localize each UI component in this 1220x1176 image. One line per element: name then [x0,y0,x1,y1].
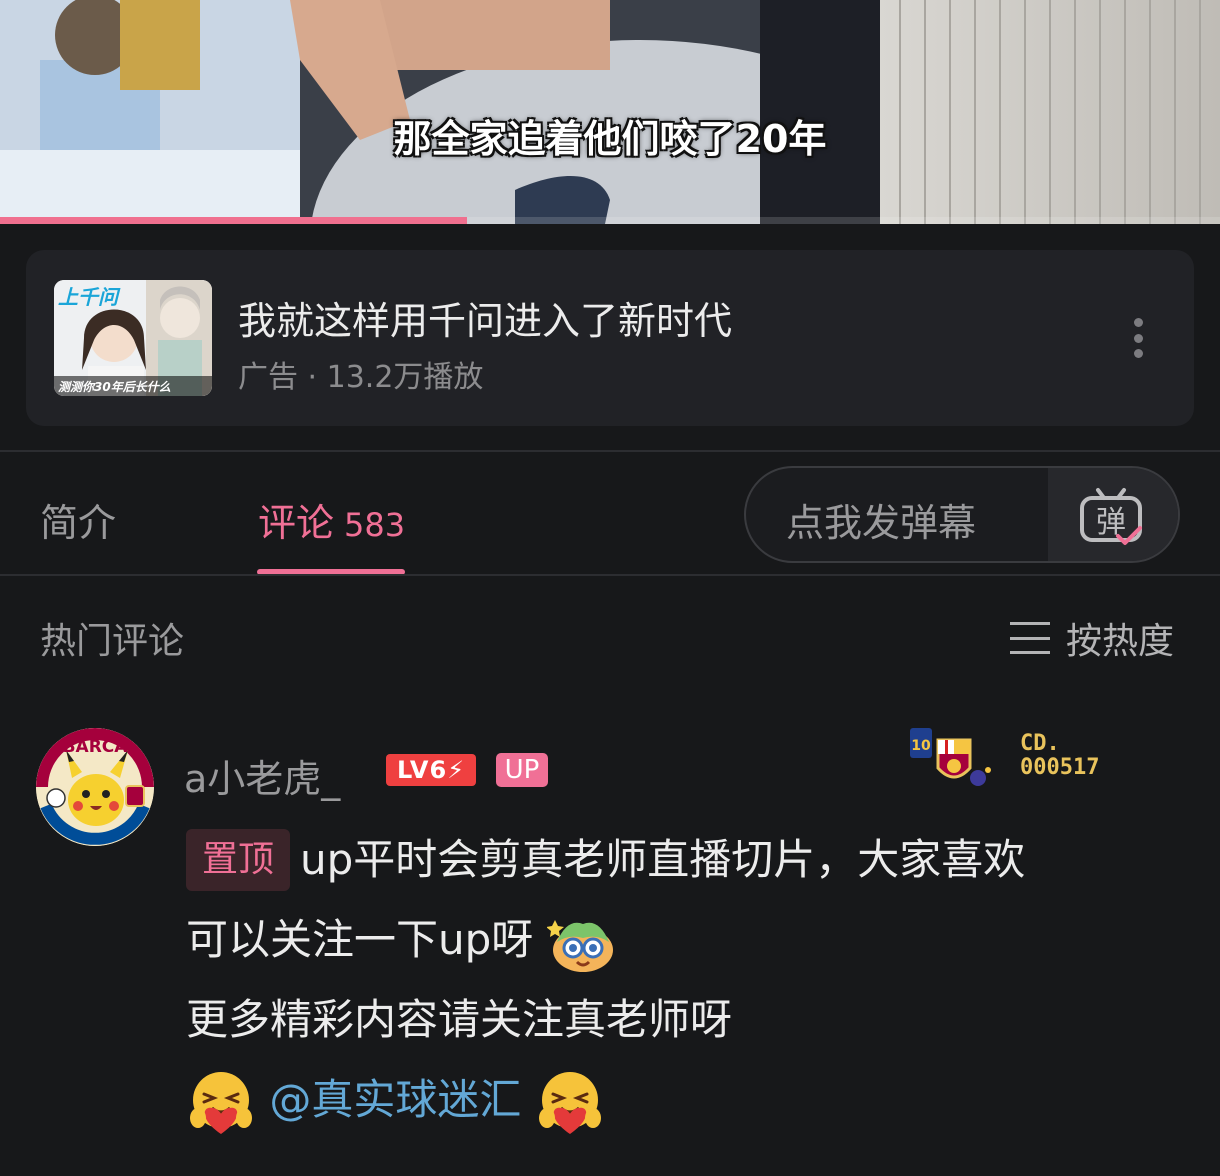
video-progress-fill [0,217,468,224]
fan-badge-number: CD. 000517 [1020,732,1099,780]
comment-line-2: 可以关注一下up呀 [186,900,1186,980]
level-label: LV6 [396,756,448,784]
danmaku-toggle-button[interactable]: 弹 [1048,468,1178,561]
comment-line-3: 更多精彩内容请关注真老师呀 [186,995,733,1044]
comment-body: 置顶 up平时会剪真老师直播切片，大家喜欢 可以关注一下up呀 更多精彩内容请关注… [186,820,1186,1140]
sort-label: 按热度 [1066,621,1175,662]
comment-text-2: 可以关注一下up呀 [186,915,534,964]
avatar[interactable]: BARCA [36,728,154,846]
danmaku-icon: 弹 [1080,488,1142,545]
ad-thumb-title: 上千问 [58,285,121,309]
sort-button[interactable]: 按热度 [1010,612,1174,664]
ad-card[interactable]: 上千问 测测你30年后长什么 我就这样用千问进入了新时代 广告 · 13.2万播… [26,250,1194,426]
tab-intro[interactable]: 简介 [40,492,116,547]
danmaku-bar[interactable]: 点我发弹幕 弹 [744,466,1180,563]
video-progress-bar[interactable] [0,217,1220,224]
avatar-image: BARCA [36,728,154,846]
sort-lines-icon [1010,622,1050,654]
comment-line-1: 置顶 up平时会剪真老师直播切片，大家喜欢 [186,820,1186,900]
up-badge: UP [496,753,548,787]
hug-emoji-icon [190,1071,252,1134]
lightning-icon: ⚡ [447,756,466,784]
ad-thumb-caption: 测测你30年后长什么 [58,380,171,394]
divider [0,450,1220,452]
excited-emoji-icon [546,919,613,972]
level-badge: LV6 ⚡ [386,754,476,786]
video-player[interactable]: 那全家追着他们咬了20年 [0,0,1220,224]
ad-thumbnail: 上千问 测测你30年后长什么 [54,280,212,396]
ad-title: 我就这样用千问进入了新时代 [238,299,733,343]
more-options-icon[interactable] [1124,318,1152,358]
comments-count: 583 [344,506,406,544]
pinned-badge: 置顶 [186,829,291,891]
fan-badge-line2: 000517 [1020,755,1100,780]
tab-comments[interactable]: 评论 583 [258,492,405,547]
ad-meta: 广告 · 13.2万播放 [238,360,484,395]
ad-thumbnail-image: 上千问 测测你30年后长什么 [54,280,212,396]
video-subtitle: 那全家追着他们咬了20年 [393,117,827,161]
fan-badge-line1: CD. [1020,731,1060,756]
hug-emoji-icon [538,1071,601,1134]
svg-text:10: 10 [911,738,931,754]
fan-badge-icon: 10 [910,728,991,786]
divider [0,574,1220,576]
tab-comments-label: 评论 [258,501,335,545]
mention-link[interactable]: @真实球迷汇 [269,1075,521,1124]
comment-text-1: up平时会剪真老师直播切片，大家喜欢 [300,835,1026,884]
comment-username[interactable]: a小老虎_ [184,748,340,803]
comment-line-4: @真实球迷汇 [186,1060,1186,1140]
danmaku-input[interactable]: 点我发弹幕 [786,492,976,547]
avatar-text: BARCA [63,737,129,757]
hot-comments-title: 热门评论 [40,621,185,662]
danmaku-glyph: 弹 [1096,505,1126,540]
